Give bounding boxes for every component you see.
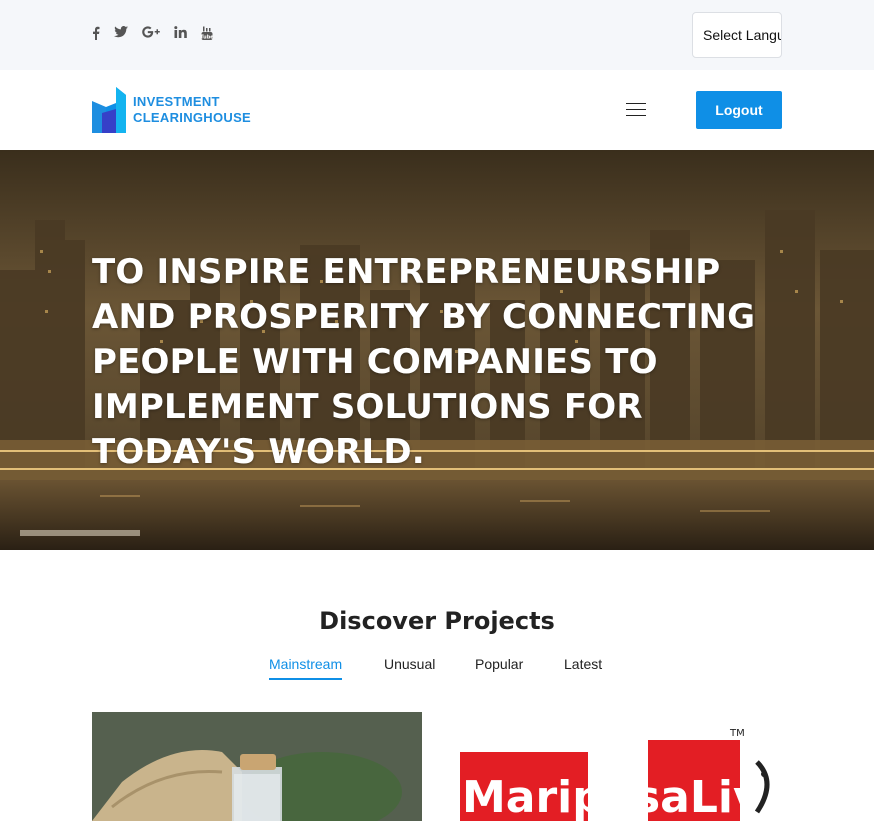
project-card-image[interactable]: MariposaLiveMedia TM (452, 712, 782, 821)
section-title: Discover Projects (319, 607, 555, 635)
logo-line-2: CLEARINGHOUSE (133, 110, 252, 125)
language-select[interactable]: Select Language (692, 12, 782, 58)
logo-mark-icon (92, 87, 126, 133)
mariposa-live-media-logo: MariposaLiveMedia TM (452, 712, 782, 821)
social-links: Tube (92, 26, 227, 44)
facebook-icon[interactable] (92, 26, 100, 44)
tab-mainstream[interactable]: Mainstream (269, 656, 343, 680)
twitter-icon[interactable] (114, 26, 128, 44)
hero-banner: TO INSPIRE ENTREPRENEURSHIP AND PROSPERI… (0, 150, 874, 550)
logout-button[interactable]: Logout (696, 91, 782, 129)
hamburger-menu-icon[interactable] (626, 103, 646, 117)
logo-text: MariposaLiveMedia (462, 772, 782, 821)
top-bar: Tube Select Language (0, 0, 874, 70)
logo-line-1: INVESTMENT (133, 94, 220, 109)
youtube-icon[interactable]: Tube (201, 26, 213, 44)
project-tabs: Mainstream Unusual Popular Latest (0, 656, 874, 686)
svg-text:Tube: Tube (201, 34, 213, 40)
tab-popular[interactable]: Popular (475, 656, 523, 678)
linkedin-icon[interactable] (174, 26, 187, 44)
project-card-image[interactable] (92, 712, 422, 821)
site-logo[interactable]: INVESTMENT CLEARINGHOUSE (92, 87, 262, 133)
logo-text: INVESTMENT CLEARINGHOUSE (133, 94, 251, 126)
tab-latest[interactable]: Latest (564, 656, 602, 678)
tab-unusual[interactable]: Unusual (384, 656, 435, 678)
svg-text:TM: TM (729, 728, 745, 739)
cbd-oil-jar-image (92, 712, 422, 821)
hero-headline: TO INSPIRE ENTREPRENEURSHIP AND PROSPERI… (92, 252, 756, 472)
google-plus-icon[interactable] (142, 26, 160, 44)
site-header: INVESTMENT CLEARINGHOUSE Logout (0, 70, 874, 150)
